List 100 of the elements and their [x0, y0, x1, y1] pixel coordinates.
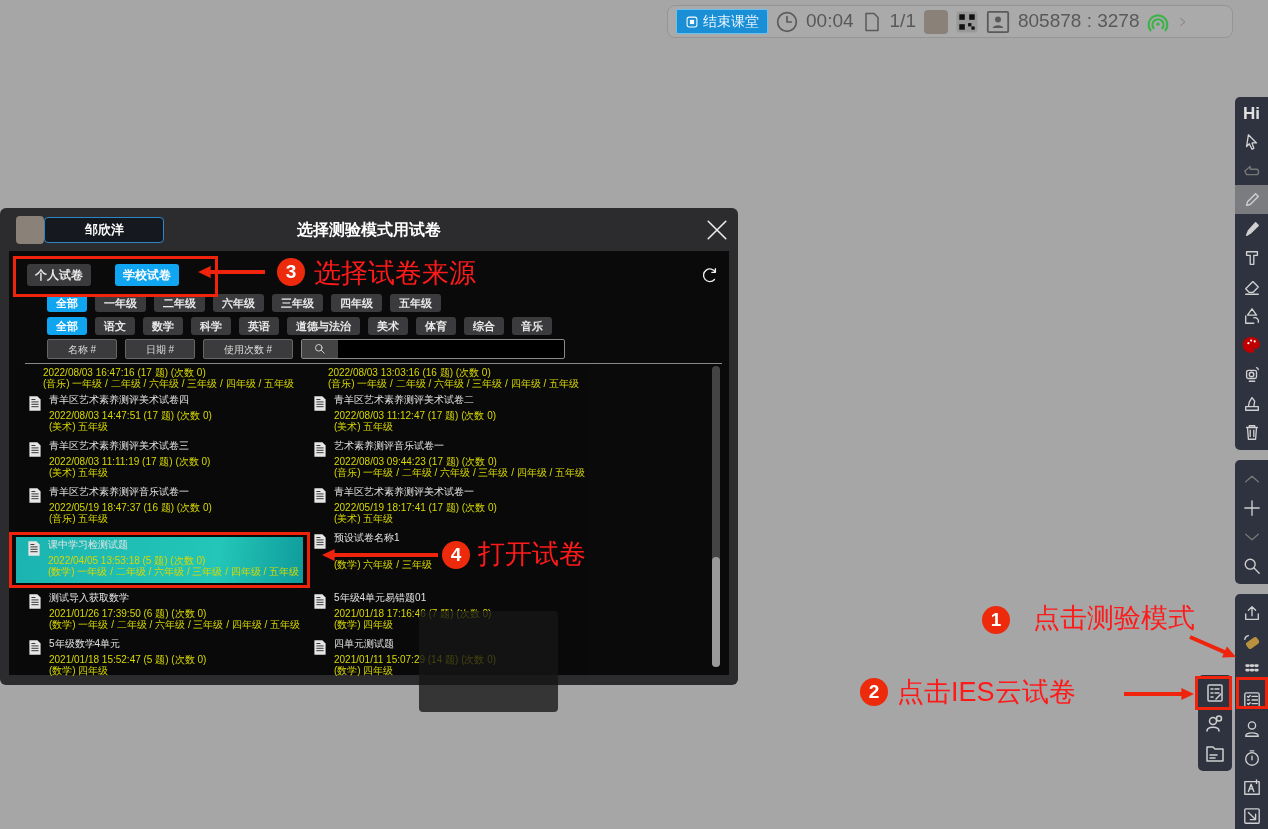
clock-icon [776, 10, 798, 33]
document-icon [312, 639, 328, 656]
search-icon[interactable] [1242, 556, 1261, 575]
filter-chip[interactable]: 音乐 [512, 317, 552, 335]
document-icon [27, 487, 43, 504]
filter-chip[interactable]: 四年级 [331, 294, 382, 312]
refresh-icon[interactable] [701, 266, 719, 284]
document-icon [27, 593, 43, 610]
paper-title[interactable]: 青羊区艺术素养测评音乐试卷一 [49, 485, 212, 498]
annotation-arrow [198, 265, 265, 279]
paper-title[interactable]: 测试导入获取数学 [49, 591, 301, 604]
stop-icon [685, 14, 699, 29]
document-icon [312, 441, 328, 458]
paper-tags: (音乐) 一年级 / 二年级 / 六年级 / 三年级 / 四年级 / 五年级 [327, 378, 579, 389]
paper-tags: (美术) 五年级 [334, 421, 497, 432]
plus-icon[interactable] [1242, 498, 1261, 517]
checklist-icon[interactable] [1242, 690, 1261, 709]
paper-date: 2022/05/19 18:17:41 (17 题) (次数 0) [334, 502, 497, 513]
close-icon[interactable] [706, 218, 728, 241]
palette-icon [1242, 335, 1261, 354]
contact-card-icon [985, 9, 1010, 34]
annotation-text: 选择试卷来源 [314, 257, 476, 289]
paper-title[interactable]: 青羊区艺术素养测评美术试卷四 [49, 393, 212, 406]
sort-button[interactable]: 名称 # [47, 339, 117, 359]
paper-date: 2022/08/03 11:12:47 (17 题) (次数 0) [334, 410, 497, 421]
folder-icon[interactable] [1205, 743, 1225, 763]
filter-chip[interactable]: 三年级 [272, 294, 323, 312]
paper-title[interactable]: 青羊区艺术素养测评美术试卷一 [334, 485, 497, 498]
stopwatch-icon[interactable] [1242, 748, 1261, 767]
room-code: 805878 : 3278 [1017, 9, 1140, 34]
filter-chip[interactable]: 综合 [464, 317, 504, 335]
dialog-title: 选择测验模式用试卷 [297, 219, 441, 240]
exam-paper-icon[interactable] [1205, 683, 1225, 703]
paper-date: 2022/08/03 11:11:19 (17 题) (次数 0) [49, 456, 211, 467]
paper-tags: (数学) 一年级 / 二年级 / 六年级 / 三年级 / 四年级 / 五年级 [49, 619, 301, 630]
scrollbar-thumb[interactable] [712, 557, 720, 667]
document-icon [312, 487, 328, 504]
paper-date: 2021/01/26 17:39:50 (6 题) (次数 0) [49, 608, 207, 619]
paper-tags: (音乐) 五年级 [49, 513, 212, 524]
filter-chip[interactable]: 科学 [191, 317, 231, 335]
paper-title[interactable]: 青羊区艺术素养测评美术试卷三 [49, 439, 211, 452]
shapes-icon [1242, 306, 1261, 325]
document-icon [312, 593, 328, 610]
logo-text: Hi [1242, 103, 1261, 125]
upload-icon[interactable] [1242, 603, 1261, 622]
paper-tags: (音乐) 一年级 / 二年级 / 六年级 / 三年级 / 四年级 / 五年级 [334, 467, 586, 478]
paper-tags: (音乐) 一年级 / 二年级 / 六年级 / 三年级 / 四年级 / 五年级 [42, 378, 294, 389]
filter-chip[interactable]: 英语 [239, 317, 279, 335]
annotation-arrow [1124, 687, 1194, 701]
sort-button[interactable]: 日期 # [125, 339, 195, 359]
paper-tags: (数学) 四年级 [334, 619, 492, 630]
paper-date: 2022/04/05 13:53:18 (5 题) (次数 0) [48, 555, 206, 566]
paper-date: 2021/01/18 17:16:46 (7 题) (次数 0) [334, 608, 492, 619]
filter-chip[interactable]: 语文 [95, 317, 135, 335]
step-number-badge: 1 [982, 606, 1010, 634]
paper-title[interactable]: 5年级4单元易错题01 [334, 591, 492, 604]
paper-tags: (美术) 五年级 [49, 421, 212, 432]
annotation-text: 打开试卷 [478, 538, 586, 570]
filter-chip[interactable]: 五年级 [390, 294, 441, 312]
paper-title[interactable]: 青羊区艺术素养测评美术试卷二 [334, 393, 497, 406]
paper-date: 2022/08/03 16:47:16 (17 题) (次数 0) [42, 367, 207, 378]
sort-button[interactable]: 使用次数 # [203, 339, 293, 359]
annotation-arrow [1189, 635, 1236, 658]
paper-tags: (数学) 四年级 [334, 665, 497, 676]
filter-chip[interactable]: 美术 [368, 317, 408, 335]
filter-chip[interactable]: 六年级 [213, 294, 264, 312]
highlight-box [1195, 676, 1232, 710]
annotation-text: 点击测验模式 [1033, 602, 1195, 634]
paper-title[interactable]: 5年级数学4单元 [49, 637, 207, 650]
document-icon [312, 395, 328, 412]
avatar-image [16, 215, 44, 244]
paper-date: 2022/08/03 09:44:23 (17 题) (次数 0) [334, 456, 498, 467]
avatar-image [923, 9, 948, 34]
filter-chip[interactable]: 体育 [416, 317, 456, 335]
page-count: 1/1 [889, 9, 916, 34]
search-field[interactable] [301, 339, 565, 359]
qr-code-icon [955, 10, 978, 33]
text-board-icon[interactable] [1242, 777, 1261, 796]
filter-chip[interactable]: 数学 [143, 317, 183, 335]
paper-title[interactable]: 预设试卷名称1 [334, 531, 432, 544]
paper-date: 2022/05/19 18:47:37 (16 题) (次数 0) [49, 502, 212, 513]
document-icon [27, 639, 43, 656]
paper-date: 2022/08/03 13:03:16 (16 题) (次数 0) [327, 367, 492, 378]
paper-tags: (美术) 五年级 [334, 513, 497, 524]
paper-tags: (数学) 六年级 / 三年级 [334, 559, 432, 570]
paper-tags: (数学) 一年级 / 二年级 / 六年级 / 三年级 / 四年级 / 五年级 [48, 566, 300, 577]
document-icon [26, 540, 42, 557]
timer-text: 00:04 [806, 9, 854, 34]
step-number-badge: 2 [860, 678, 888, 706]
paper-title[interactable]: 艺术素养测评音乐试卷一 [334, 439, 586, 452]
paper-date: 2022/08/03 14:47:51 (17 题) (次数 0) [49, 410, 212, 421]
user-name: 邹欣洋 [44, 216, 164, 243]
paper-date: 2021/01/18 15:52:47 (5 题) (次数 0) [49, 654, 207, 665]
source-tab[interactable]: 个人试卷 [27, 264, 91, 286]
highlight-box [1236, 677, 1268, 709]
paper-tags: (数学) 四年级 [49, 665, 207, 676]
annotation-text: 点击IES云试卷 [897, 676, 1076, 708]
filter-chip[interactable]: 道德与法治 [287, 317, 360, 335]
document-icon [27, 395, 43, 412]
paper-tags: (美术) 五年级 [49, 467, 211, 478]
